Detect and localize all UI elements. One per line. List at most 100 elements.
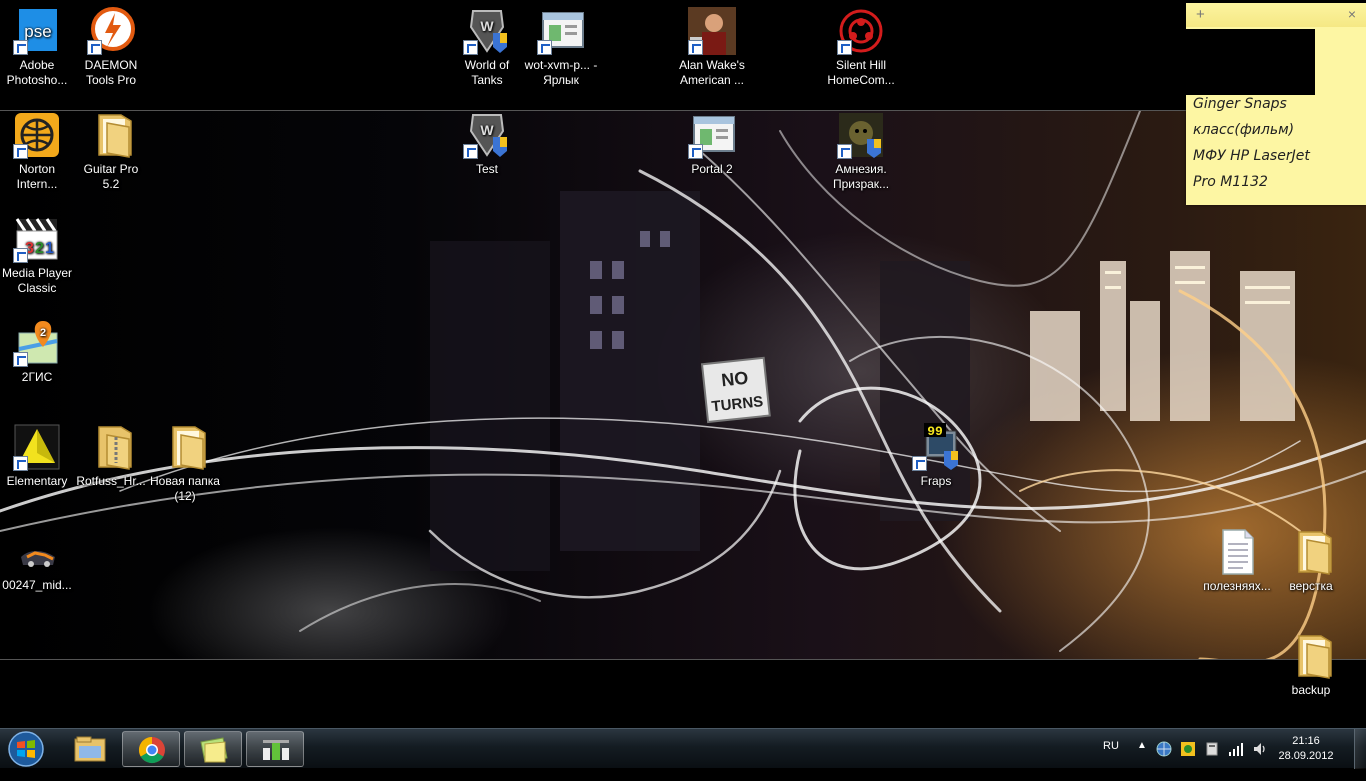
desktop-icon-silent-hill[interactable]: Silent Hill HomeCom... (824, 7, 898, 88)
norton-icon (13, 111, 61, 159)
desktop-icon-fraps[interactable]: 99 Fraps (899, 423, 973, 489)
desktop-icon-2gis[interactable]: 2 2ГИС (0, 319, 74, 385)
chrome-icon (138, 736, 165, 764)
icon-label: верстка (1289, 579, 1333, 593)
window-app-icon (688, 111, 736, 159)
amnesia-icon (837, 111, 885, 159)
photoshop-icon: pse (13, 7, 61, 55)
icon-label: Media Player Classic (1, 266, 73, 295)
window-app-icon (537, 7, 585, 55)
shortcut-arrow-icon (537, 40, 552, 55)
svg-text:pse: pse (24, 22, 51, 41)
silent-hill-icon (837, 7, 885, 55)
sticky-note-titlebar[interactable]: + × (1186, 3, 1366, 27)
windows-logo-icon (8, 731, 44, 767)
icon-label: Alan Wake's American ... (679, 58, 745, 87)
desktop-icon-portal-2[interactable]: Portal 2 (675, 111, 749, 177)
shortcut-arrow-icon (837, 40, 852, 55)
desktop-icon-rotfuss[interactable]: Rotfuss_Hr... (74, 423, 148, 489)
icon-label: Adobe Photosho... (6, 58, 68, 87)
zip-folder-icon (87, 423, 135, 471)
sticky-note-text[interactable]: Ginger Snaps класс(фильм) МФУ HP LaserJe… (1193, 91, 1359, 195)
clock-time: 21:16 (1292, 735, 1320, 747)
taskbar-windows-explorer[interactable] (61, 731, 119, 767)
device-tray-icon[interactable] (1204, 741, 1220, 781)
icon-label: Portal 2 (691, 162, 733, 176)
system-clock[interactable]: 21:16 28.09.2012 (1276, 734, 1336, 764)
svg-text:99: 99 (927, 424, 943, 439)
shortcut-arrow-icon (688, 40, 703, 55)
daemon-tools-icon (87, 7, 135, 55)
app-tray-icon[interactable] (1180, 741, 1196, 781)
2gis-icon: 2 (13, 319, 61, 367)
icon-label: DAEMON Tools Pro (84, 58, 138, 87)
desktop-icon-backup[interactable]: backup (1274, 632, 1348, 698)
folder-icon (1287, 632, 1335, 680)
image-file-icon (13, 527, 61, 575)
desktop-icon-alan-wake[interactable]: Alan Wake's American ... (675, 7, 749, 88)
sticky-notes-icon (200, 737, 228, 763)
icon-label: wot-xvm-p... - Ярлык (524, 58, 598, 87)
world-of-tanks-icon: W (463, 111, 511, 159)
desktop-icon-elementary[interactable]: Elementary (0, 423, 74, 489)
svg-text:1: 1 (45, 240, 54, 257)
desktop-icon-guitar-pro[interactable]: Guitar Pro 5.2 (74, 111, 148, 192)
shortcut-arrow-icon (837, 144, 852, 159)
icon-label: backup (1291, 683, 1331, 697)
shortcut-arrow-icon (13, 40, 28, 55)
icon-label: World of Tanks (464, 58, 510, 87)
desktop-icon-media-player-classic[interactable]: 321 Media Player Classic (0, 215, 74, 296)
taskbar-chrome[interactable] (122, 731, 180, 767)
icon-label: полезняях... (1203, 579, 1271, 593)
icon-label: Rotfuss_Hr... (76, 474, 146, 488)
desktop-icon-wot-xvm[interactable]: wot-xvm-p... - Ярлык (524, 7, 598, 88)
icon-label: Новая папка (12) (150, 474, 220, 503)
icon-label: 2ГИС (21, 370, 53, 384)
shortcut-arrow-icon (463, 40, 478, 55)
new-note-button[interactable]: + (1196, 6, 1205, 23)
world-of-tanks-icon: W (463, 7, 511, 55)
svg-text:2: 2 (40, 327, 46, 339)
taskbar: RU ▲ 21:16 28.09.2012 (0, 728, 1366, 769)
language-indicator[interactable]: RU (1103, 740, 1119, 780)
sticky-note[interactable]: + × Ginger Snaps класс(фильм) МФУ HP Las… (1186, 3, 1366, 205)
fraps-icon: 99 (912, 423, 960, 471)
redacted-area (1186, 29, 1315, 95)
icon-label: Norton Intern... (16, 162, 58, 191)
shortcut-arrow-icon (13, 456, 28, 471)
shortcut-arrow-icon (912, 456, 927, 471)
icon-label: 00247_mid... (2, 578, 72, 592)
taskbar-sticky-notes[interactable] (184, 731, 242, 767)
taskbar-app[interactable] (246, 731, 304, 767)
desktop[interactable]: NO TURNS pse Adobe Photosho... DAEMON To… (0, 0, 1366, 728)
show-hidden-icons-arrow[interactable]: ▲ (1137, 740, 1147, 780)
desktop-icon-adobe-photoshop[interactable]: pse Adobe Photosho... (0, 7, 74, 88)
desktop-icon-new-folder[interactable]: Новая папка (12) (148, 423, 222, 504)
elementary-icon (13, 423, 61, 471)
desktop-icon-daemon-tools[interactable]: DAEMON Tools Pro (74, 7, 148, 88)
desktop-icon-world-of-tanks[interactable]: W World of Tanks (450, 7, 524, 88)
clock-date: 28.09.2012 (1278, 750, 1334, 762)
folder-icon (1287, 528, 1335, 576)
desktop-icon-test[interactable]: W Test (450, 111, 524, 177)
desktop-icon-norton[interactable]: Norton Intern... (0, 111, 74, 192)
windows-explorer-icon (74, 736, 106, 762)
svg-text:2: 2 (35, 240, 44, 257)
desktop-icon-00247[interactable]: 00247_mid... (0, 527, 74, 593)
close-note-button[interactable]: × (1348, 6, 1356, 22)
signal-bars-icon[interactable] (1228, 741, 1244, 781)
desktop-icon-polezn[interactable]: полезняях... (1200, 528, 1274, 594)
shortcut-arrow-icon (688, 144, 703, 159)
folder-icon (161, 423, 209, 471)
media-player-classic-icon: 321 (13, 215, 61, 263)
desktop-icon-amnesia[interactable]: Амнезия. Призрак... (824, 111, 898, 192)
volume-icon[interactable] (1252, 741, 1268, 781)
folder-icon (87, 111, 135, 159)
start-button[interactable] (4, 730, 48, 768)
svg-text:W: W (480, 18, 494, 34)
shortcut-arrow-icon (463, 144, 478, 159)
network-globe-icon[interactable] (1156, 741, 1172, 781)
desktop-icon-verstka[interactable]: верстка (1274, 528, 1348, 594)
shortcut-arrow-icon (13, 352, 28, 367)
show-desktop-button[interactable] (1354, 729, 1366, 769)
